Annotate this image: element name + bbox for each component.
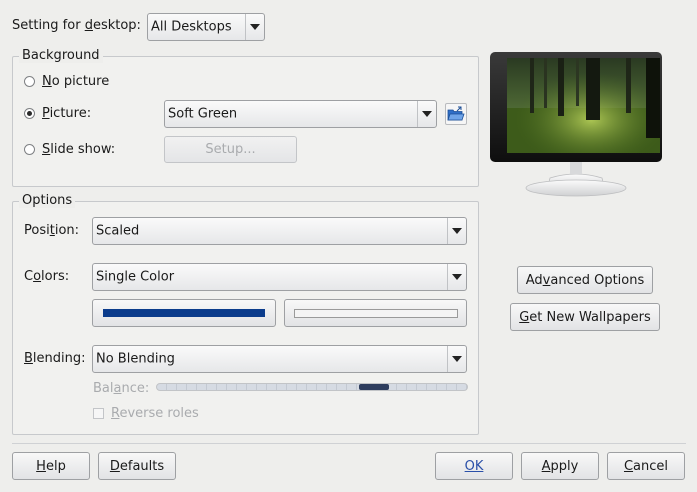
blending-select[interactable]: No Blending — [92, 345, 467, 373]
desktop-select-value: All Desktops — [151, 19, 232, 35]
footer-separator — [12, 443, 686, 444]
defaults-button[interactable]: Defaults — [98, 452, 176, 480]
chevron-down-icon — [417, 101, 436, 127]
ok-button[interactable]: OK — [435, 452, 513, 480]
position-select-value: Scaled — [96, 223, 140, 239]
slideshow-label: Slide show: — [42, 142, 116, 157]
setup-button[interactable]: Setup... — [164, 136, 297, 163]
secondary-color-swatch — [293, 308, 458, 318]
open-file-button[interactable] — [445, 103, 467, 125]
chevron-down-icon — [447, 264, 466, 290]
folder-open-icon — [447, 106, 465, 121]
colors-select[interactable]: Single Color — [92, 263, 467, 291]
position-label: Position: — [24, 223, 80, 238]
no-picture-radio[interactable] — [24, 76, 35, 87]
no-picture-label: No picture — [42, 74, 110, 89]
picture-select[interactable]: Soft Green — [164, 100, 437, 128]
monitor-preview — [486, 48, 690, 200]
background-group-title: Background — [19, 49, 103, 63]
chevron-down-icon — [245, 14, 264, 40]
desktop-setting-label: Setting for desktop: — [12, 18, 141, 33]
primary-color-swatch — [103, 309, 265, 317]
options-group-title: Options — [19, 194, 76, 208]
monitor-preview-graphic — [490, 52, 662, 197]
get-new-wallpapers-button[interactable]: Get New Wallpapers — [510, 303, 660, 331]
secondary-color-button[interactable] — [284, 299, 467, 327]
colors-label: Colors: — [24, 269, 70, 284]
balance-slider-handle[interactable] — [359, 384, 389, 390]
chevron-down-icon — [447, 346, 466, 372]
balance-slider[interactable] — [156, 383, 468, 391]
reverse-roles-checkbox[interactable] — [93, 408, 104, 419]
position-select[interactable]: Scaled — [92, 217, 467, 245]
primary-color-button[interactable] — [92, 299, 276, 327]
blending-label: Blending: — [24, 351, 86, 366]
picture-label: Picture: — [42, 106, 92, 121]
blending-select-value: No Blending — [96, 351, 175, 367]
colors-select-value: Single Color — [96, 269, 175, 285]
desktop-select[interactable]: All Desktops — [147, 13, 265, 41]
reverse-roles-label: Reverse roles — [111, 406, 199, 421]
help-button[interactable]: Help — [12, 452, 90, 480]
cancel-button[interactable]: Cancel — [607, 452, 685, 480]
chevron-down-icon — [447, 218, 466, 244]
picture-select-value: Soft Green — [168, 106, 238, 122]
balance-label: Balance: — [93, 381, 150, 396]
advanced-options-button[interactable]: Advanced Options — [517, 266, 653, 294]
picture-radio[interactable] — [24, 108, 35, 119]
slideshow-radio[interactable] — [24, 144, 35, 155]
apply-button[interactable]: Apply — [521, 452, 599, 480]
